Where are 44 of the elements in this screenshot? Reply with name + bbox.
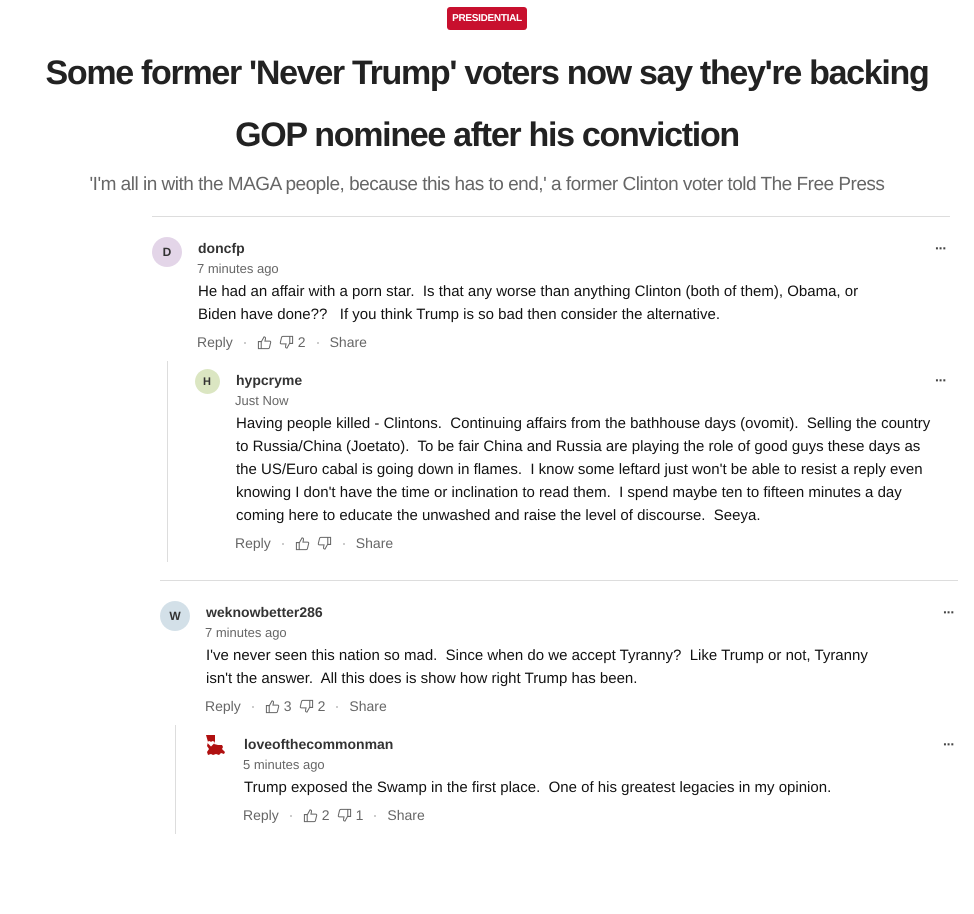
thumbs-down-icon[interactable] bbox=[316, 536, 332, 550]
share-button[interactable]: Share bbox=[387, 807, 425, 823]
category-tag[interactable]: PRESIDENTIAL bbox=[447, 7, 527, 30]
thumbs-up-icon[interactable] bbox=[264, 698, 280, 714]
more-options-button[interactable]: ··· bbox=[943, 736, 958, 752]
username[interactable]: loveofthecommonman bbox=[244, 736, 394, 752]
timestamp: 7 minutes ago bbox=[205, 625, 288, 640]
dislike-count: 2 bbox=[298, 334, 306, 350]
share-button[interactable]: Share bbox=[349, 698, 387, 714]
avatar[interactable]: H bbox=[194, 369, 220, 394]
dislike-count: 1 bbox=[356, 807, 364, 823]
like-count: 3 bbox=[284, 698, 292, 714]
reply-button[interactable]: Reply bbox=[243, 807, 279, 823]
reply-button[interactable]: Reply bbox=[197, 334, 233, 350]
more-options-button[interactable]: ··· bbox=[935, 240, 950, 256]
thumbs-up-icon[interactable] bbox=[256, 334, 272, 350]
thumbs-down-icon[interactable] bbox=[336, 808, 352, 822]
dislike-count: 2 bbox=[318, 698, 326, 714]
comment-text: Trump exposed the Swamp in the first place. One of his greatest legacies in my opinion. bbox=[244, 778, 832, 798]
more-options-button[interactable]: ··· bbox=[943, 604, 958, 620]
comment-text: Having people killed - Clintons. Continuing affairs from the bathhouse days (ovomit). Selling the country to Russia/China (Joetato). To be fair China and Russia are playing the role of good guys these days as the US/Euro cabal is going down in flames. I know some leftard just won't be able to resist a reply even knowing I don't have the time or inclination to read them. I spend maybe ten to fifteen minutes a day coming here to educate the unwashed and raise the level of discourse. Seeya. bbox=[236, 414, 932, 526]
more-options-button[interactable]: ··· bbox=[935, 372, 950, 388]
username[interactable]: weknowbetter286 bbox=[206, 604, 323, 620]
thumbs-down-icon[interactable] bbox=[278, 334, 294, 350]
avatar[interactable]: D bbox=[152, 237, 182, 267]
reply-button[interactable]: Reply bbox=[205, 698, 241, 714]
comment-text: He had an affair with a porn star. Is that any worse than anything Clinton (both of them), Obama, or Biden have done?? If you think Trump is so bad then consider the alternative. bbox=[198, 282, 860, 325]
avatar[interactable]: W bbox=[160, 601, 190, 631]
thumbs-up-icon[interactable] bbox=[302, 808, 318, 822]
share-button[interactable]: Share bbox=[330, 334, 367, 350]
timestamp: 7 minutes ago bbox=[197, 261, 280, 276]
username[interactable]: hypcryme bbox=[236, 372, 302, 388]
username[interactable]: doncfp bbox=[198, 240, 245, 256]
share-button[interactable]: Share bbox=[356, 535, 394, 551]
timestamp: Just Now bbox=[235, 393, 290, 408]
thumbs-down-icon[interactable] bbox=[298, 698, 314, 714]
timestamp: 5 minutes ago bbox=[243, 757, 326, 772]
comment-text: I've never seen this nation so mad. Since when do we accept Tyranny? Like Trump or not, Tyranny isn't the answer. All this does is show how right Trump has been. bbox=[206, 646, 869, 689]
subheadline: 'I'm all in with the MAGA people, because this has to end,' a former Clinton voter told The Free Press bbox=[90, 174, 884, 196]
like-count: 2 bbox=[322, 807, 330, 823]
thumbs-up-icon[interactable] bbox=[294, 536, 310, 550]
headline: Some former 'Never Trump' voters now say they're backing GOP nominee after his conviction bbox=[44, 53, 930, 156]
reply-button[interactable]: Reply bbox=[235, 535, 271, 551]
state-heart-icon[interactable] bbox=[203, 733, 227, 757]
